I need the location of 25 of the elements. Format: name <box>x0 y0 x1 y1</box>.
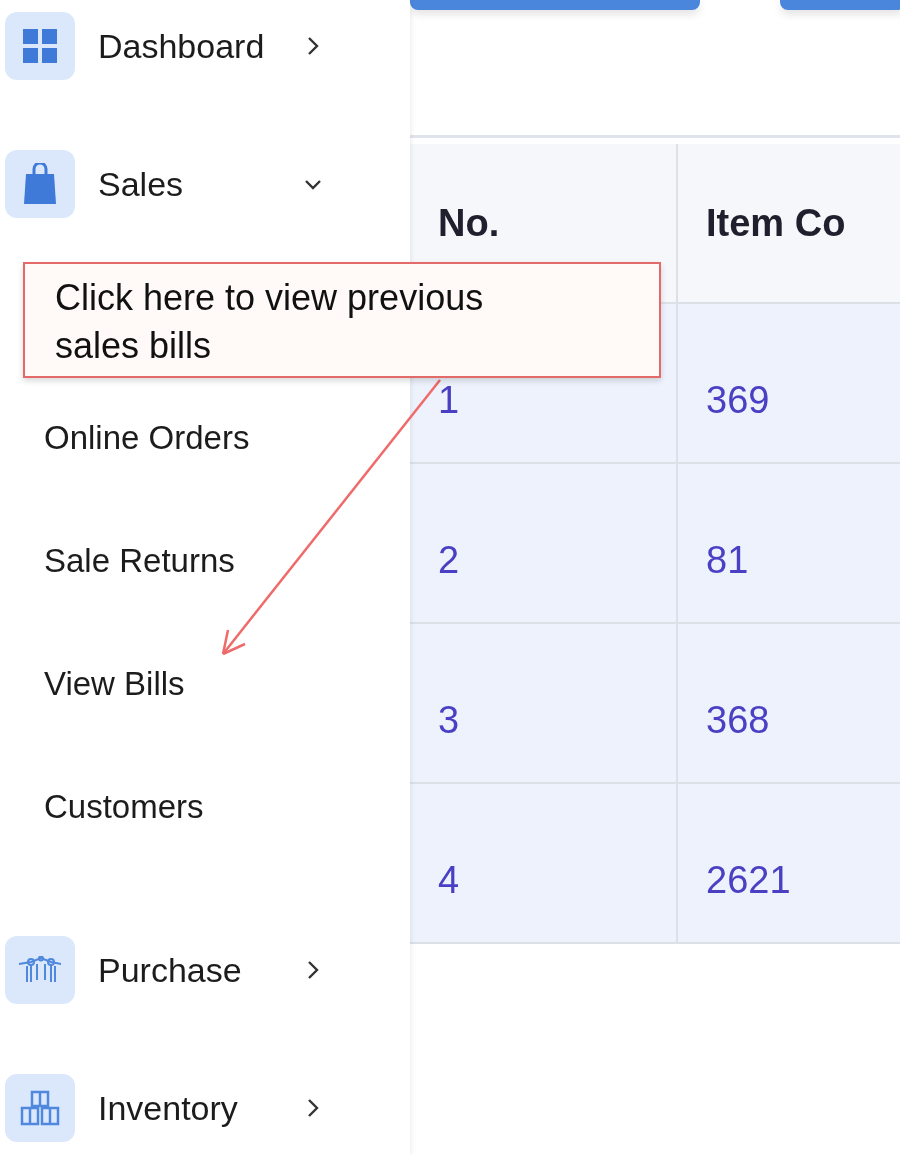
submenu-item[interactable]: Sale Returns <box>0 499 235 622</box>
menu-icon-tile[interactable] <box>5 150 75 218</box>
menu-icon-tile[interactable] <box>5 1074 75 1142</box>
sidebar-item[interactable]: Purchase <box>98 950 303 990</box>
table-cell: 2 <box>410 464 678 624</box>
submenu-item[interactable]: Online Orders <box>0 376 250 499</box>
submenu-item[interactable]: View Bills <box>0 622 185 745</box>
table-cell: 369 <box>678 304 900 464</box>
table-cell: 4 <box>410 784 678 944</box>
grid-icon <box>22 28 58 64</box>
table-cell: 368 <box>678 624 900 784</box>
sidebar-item[interactable]: Dashboard <box>98 26 303 66</box>
menu-icon-tile[interactable] <box>5 12 75 80</box>
table-cell: 81 <box>678 464 900 624</box>
table-cell: 2621 <box>678 784 900 944</box>
sidebar-item[interactable]: Inventory <box>98 1088 303 1128</box>
column-header: Item Co <box>678 144 900 304</box>
callout-tooltip: Click here to view previous sales bills <box>23 262 661 378</box>
sidebar-item[interactable]: Sales <box>98 164 303 204</box>
shopping-bag-icon <box>23 163 57 205</box>
table-cell: 3 <box>410 624 678 784</box>
network-icon <box>17 956 63 984</box>
menu-icon-tile[interactable] <box>5 936 75 1004</box>
submenu-item[interactable]: Customers <box>0 745 204 868</box>
boxes-icon <box>20 1088 60 1128</box>
